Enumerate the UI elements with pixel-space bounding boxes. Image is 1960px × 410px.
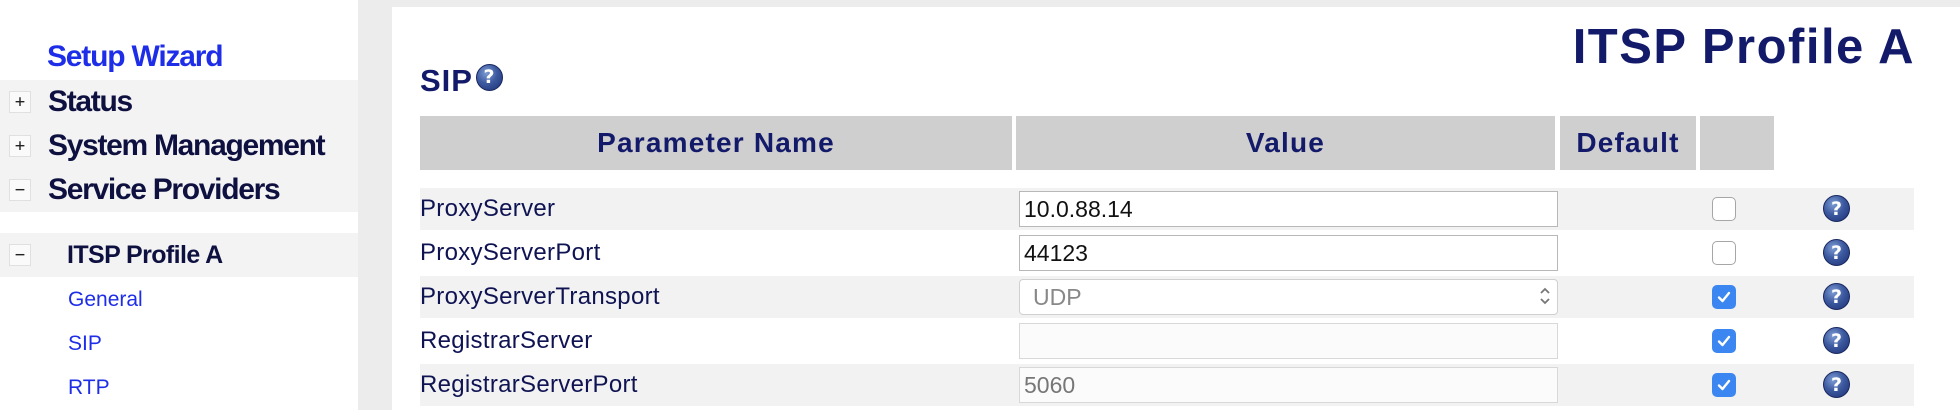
sidebar: Setup Wizard + Status + System Managemen… [0, 0, 380, 410]
select-chevron-icon [1540, 287, 1550, 305]
help-icon[interactable]: ? [1823, 327, 1850, 354]
parameter-name: ProxyServerPort [420, 239, 601, 266]
main-panel: ITSP Profile A SIP ? Parameter Name Valu… [392, 7, 1960, 410]
default-checkbox[interactable] [1712, 285, 1736, 309]
help-icon[interactable]: ? [1823, 195, 1850, 222]
value-select[interactable]: UDP [1019, 279, 1558, 315]
checkmark-icon [1717, 291, 1731, 303]
sidebar-link-general[interactable]: General [0, 278, 358, 322]
sidebar-item-label: ITSP Profile A [67, 240, 223, 269]
sidebar-item-status[interactable]: + Status [0, 80, 358, 124]
table-row: RegistrarServerPort 5060 ? [420, 364, 1914, 406]
help-icon[interactable]: ? [475, 63, 503, 91]
table-row: RegistrarServer ? [420, 320, 1914, 362]
table-row: ProxyServer 10.0.88.14 ? [420, 188, 1914, 230]
parameter-name: RegistrarServer [420, 327, 593, 354]
default-checkbox[interactable] [1712, 373, 1736, 397]
value-input[interactable]: 44123 [1019, 235, 1558, 271]
minus-icon[interactable]: − [9, 244, 31, 266]
section-title: SIP ? [420, 63, 503, 99]
sidebar-item-service-providers[interactable]: − Service Providers [0, 168, 358, 212]
value-input[interactable] [1019, 323, 1558, 359]
sidebar-link-label[interactable]: RTP [68, 376, 110, 400]
sidebar-item-label: Service Providers [48, 173, 281, 206]
sidebar-item-label: System Management [48, 129, 326, 162]
plus-icon[interactable]: + [9, 135, 31, 157]
parameter-name: RegistrarServerPort [420, 371, 638, 398]
sidebar-link-rtp[interactable]: RTP [0, 366, 358, 410]
sidebar-link-sip[interactable]: SIP [0, 322, 358, 366]
column-header-help [1700, 116, 1774, 170]
select-value: UDP [1033, 284, 1082, 310]
sidebar-divider [358, 0, 380, 410]
default-checkbox[interactable] [1712, 241, 1736, 265]
help-icon[interactable]: ? [1823, 283, 1850, 310]
value-input[interactable]: 5060 [1019, 367, 1558, 403]
default-checkbox[interactable] [1712, 197, 1736, 221]
minus-icon[interactable]: − [9, 179, 31, 201]
column-header-parameter-name: Parameter Name [420, 116, 1012, 170]
help-icon[interactable]: ? [1823, 239, 1850, 266]
parameter-name: ProxyServerTransport [420, 283, 660, 310]
sidebar-item-itsp-profile-a[interactable]: − ITSP Profile A [0, 233, 358, 277]
section-title-text: SIP [420, 63, 473, 98]
help-icon[interactable]: ? [1823, 371, 1850, 398]
page-title: ITSP Profile A [1572, 20, 1915, 74]
sidebar-link-label[interactable]: General [68, 288, 143, 312]
column-header-value: Value [1016, 116, 1555, 170]
value-input[interactable]: 10.0.88.14 [1019, 191, 1558, 227]
sidebar-item-system-management[interactable]: + System Management [0, 124, 358, 168]
default-checkbox[interactable] [1712, 329, 1736, 353]
sidebar-link-label[interactable]: SIP [68, 332, 102, 356]
checkmark-icon [1717, 335, 1731, 347]
column-header-default: Default [1560, 116, 1696, 170]
sidebar-item-label: Status [48, 85, 133, 118]
table-row: ProxyServerTransport UDP ? [420, 276, 1914, 318]
setup-wizard-link[interactable]: Setup Wizard [47, 40, 224, 74]
table-row: ProxyServerPort 44123 ? [420, 232, 1914, 274]
plus-icon[interactable]: + [9, 91, 31, 113]
checkmark-icon [1717, 379, 1731, 391]
parameter-name: ProxyServer [420, 195, 556, 222]
